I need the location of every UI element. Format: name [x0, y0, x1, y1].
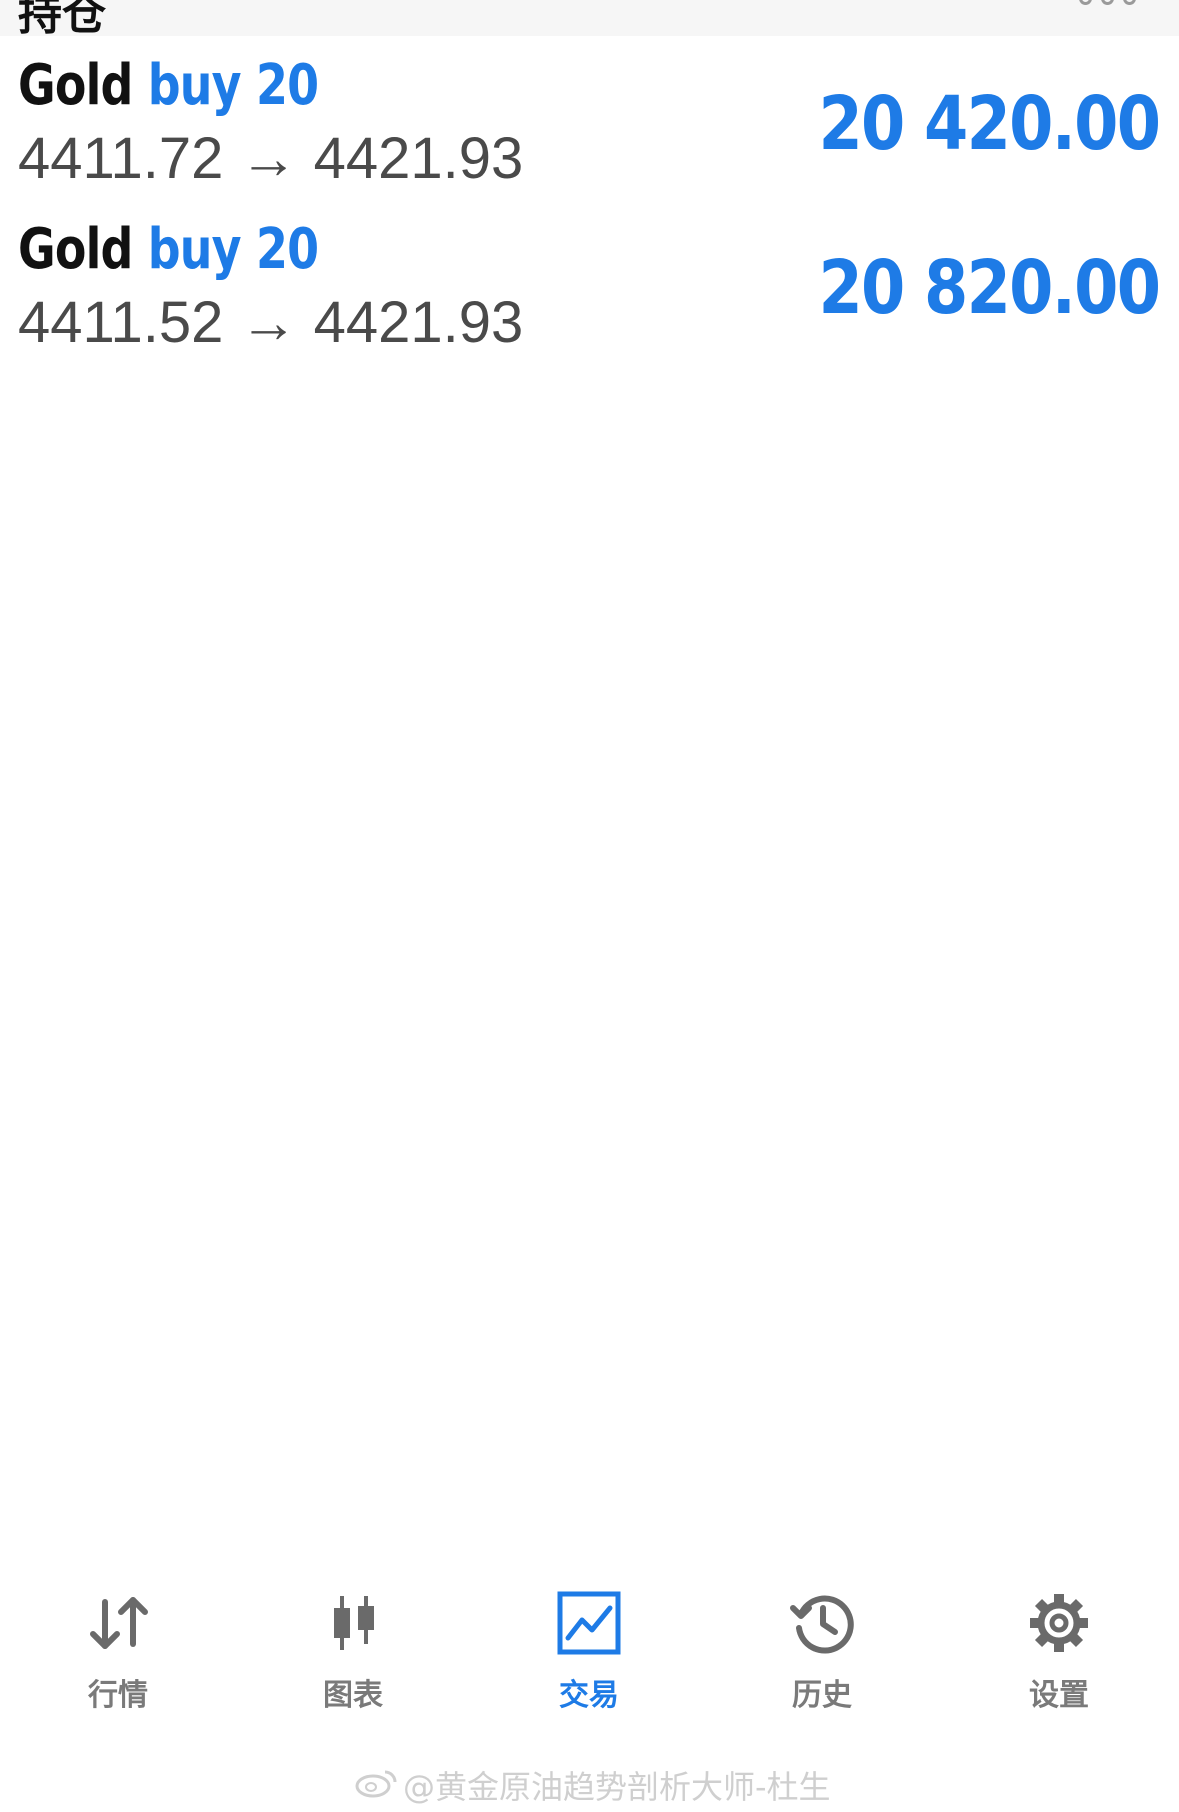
position-profit: 20 420.00 [818, 81, 1161, 167]
open-price: 4411.72 [18, 126, 224, 191]
position-profit: 20 820.00 [818, 245, 1161, 331]
position-title: Gold buy 20 [18, 53, 319, 118]
position-prices: 4411.72 → 4421.93 [18, 126, 523, 192]
position-symbol: Gold [18, 217, 133, 282]
tab-label: 设置 [1029, 1679, 1089, 1712]
position-row[interactable]: Gold buy 20 4411.72 → 4421.93 20 420.00 [0, 54, 1179, 242]
tab-history[interactable]: 历史 [752, 1570, 892, 1720]
position-volume: 20 [255, 53, 319, 118]
current-price: 4421.93 [313, 126, 524, 191]
position-row[interactable]: Gold buy 20 4411.52 → 4421.93 20 820.00 [0, 218, 1179, 406]
tab-label: 交易 [559, 1679, 619, 1712]
quotes-icon [90, 1597, 148, 1649]
position-volume: 20 [255, 217, 319, 282]
position-prices: 4411.52 → 4421.93 [18, 290, 523, 356]
position-symbol: Gold [18, 53, 133, 118]
arrow-right-icon: → [239, 126, 298, 191]
weibo-icon [355, 1770, 397, 1798]
tab-label: 图表 [323, 1679, 383, 1712]
arrow-right-icon: → [239, 290, 298, 355]
trade-icon [557, 1591, 621, 1655]
header-bar: 持仓 [0, 0, 1179, 36]
tab-trade[interactable]: 交易 [519, 1570, 659, 1720]
history-icon [790, 1595, 854, 1654]
settings-gear-icon [1030, 1594, 1088, 1652]
tab-label: 历史 [792, 1679, 852, 1712]
chart-candles-icon [334, 1596, 374, 1650]
tab-settings[interactable]: 设置 [989, 1570, 1129, 1720]
page-title: 持仓 [18, 0, 106, 36]
more-menu-icon[interactable] [1079, 0, 1149, 6]
tab-quotes[interactable]: 行情 [48, 1570, 188, 1720]
current-price: 4421.93 [313, 290, 524, 355]
position-side: buy [147, 217, 242, 282]
tab-chart[interactable]: 图表 [283, 1570, 423, 1720]
bottom-tab-bar: 行情 图表 交易 历史 设置 [0, 1570, 1179, 1720]
position-title: Gold buy 20 [18, 217, 319, 282]
watermark-text: @黄金原油趋势剖析大师-杜生 [403, 1768, 831, 1806]
open-price: 4411.52 [18, 290, 224, 355]
position-side: buy [147, 53, 242, 118]
tab-label: 行情 [88, 1679, 148, 1712]
